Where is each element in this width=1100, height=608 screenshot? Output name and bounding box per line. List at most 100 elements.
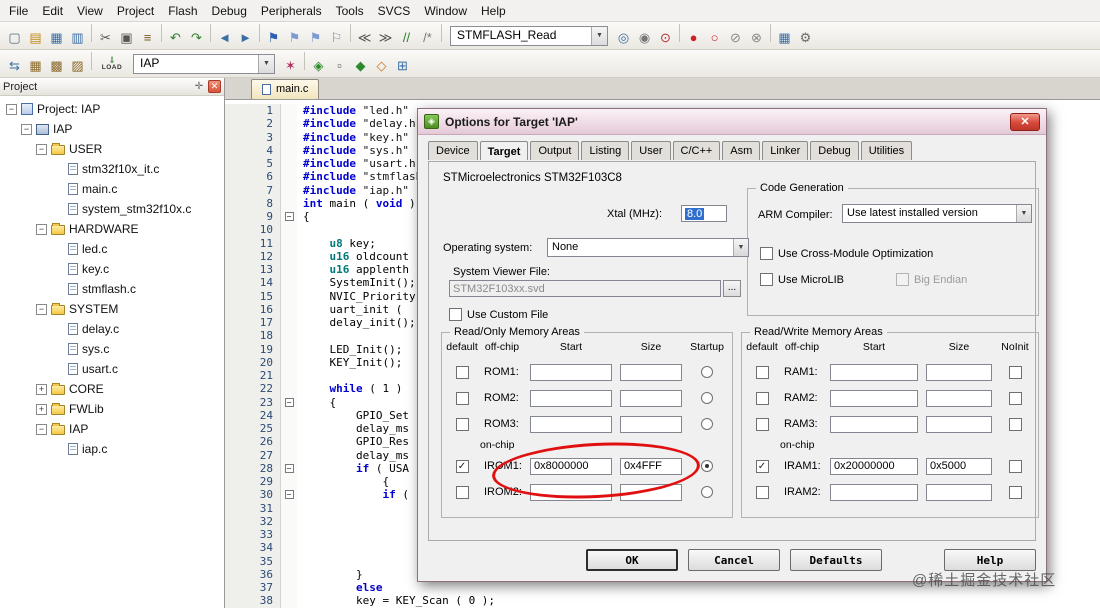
collapse-icon[interactable]: −: [36, 223, 47, 235]
noinit-checkbox[interactable]: [1008, 417, 1022, 431]
manage-components-icon[interactable]: ◆: [350, 56, 371, 76]
startup-radio[interactable]: [701, 418, 713, 430]
tree-item-user[interactable]: − USER: [0, 139, 224, 159]
tree-item-delay-c[interactable]: delay.c: [0, 319, 224, 339]
disable-breakpoints-icon[interactable]: ⊘: [725, 28, 746, 48]
window-layout-icon[interactable]: ▦: [774, 28, 795, 48]
collapse-icon[interactable]: −: [36, 423, 47, 435]
start-field[interactable]: 0x20000000: [830, 457, 918, 475]
open-folder-icon[interactable]: ▤: [25, 28, 46, 48]
menu-svcs[interactable]: SVCS: [371, 2, 418, 20]
menu-help[interactable]: Help: [474, 2, 513, 20]
search-combobox[interactable]: STMFLASH_Read ▼: [450, 25, 608, 46]
microlib-checkbox[interactable]: [760, 273, 773, 286]
select-software-packs-icon[interactable]: ◇: [371, 56, 392, 76]
configure-wrench-icon[interactable]: ⚙: [795, 28, 816, 48]
fold-collapse-icon[interactable]: −: [284, 212, 294, 222]
pin-icon[interactable]: ✛: [192, 81, 206, 92]
startup-radio[interactable]: [701, 392, 713, 404]
tree-item-iap-c[interactable]: iap.c: [0, 439, 224, 459]
operating-system-select[interactable]: None ▼: [547, 238, 749, 257]
default-checkbox[interactable]: [755, 391, 769, 405]
collapse-icon[interactable]: −: [21, 123, 32, 135]
cancel-button[interactable]: Cancel: [688, 549, 780, 571]
tree-item-iap[interactable]: − IAP: [0, 419, 224, 439]
dialog-tab-utilities[interactable]: Utilities: [860, 141, 913, 160]
toggle-breakpoint-icon[interactable]: ○: [704, 27, 725, 47]
arm-compiler-select[interactable]: Use latest installed version ▼: [842, 204, 1032, 223]
tree-item-iap[interactable]: − IAP: [0, 119, 224, 139]
flash-download-button[interactable]: ⇓ LOAD: [96, 53, 128, 75]
file-extensions-icon[interactable]: ▫: [329, 55, 350, 75]
breakpoint-icon[interactable]: ●: [683, 27, 704, 47]
start-field[interactable]: [530, 415, 612, 433]
size-field[interactable]: [926, 483, 992, 501]
outdent-icon[interactable]: ≪: [354, 28, 375, 48]
comment-icon[interactable]: //: [396, 27, 417, 47]
default-checkbox[interactable]: [755, 417, 769, 431]
defaults-button[interactable]: Defaults: [790, 549, 882, 571]
default-checkbox[interactable]: [455, 365, 469, 379]
save-all-icon[interactable]: ▥: [67, 28, 88, 48]
tree-item-key-c[interactable]: key.c: [0, 259, 224, 279]
redo-icon[interactable]: ↷: [186, 28, 207, 48]
browse-button[interactable]: ...: [723, 280, 741, 297]
size-field[interactable]: [926, 389, 992, 407]
cross-module-checkbox[interactable]: [760, 247, 773, 260]
tree-item-system-stm32f10x-c[interactable]: system_stm32f10x.c: [0, 199, 224, 219]
default-checkbox[interactable]: [755, 365, 769, 379]
startup-radio[interactable]: [701, 486, 713, 498]
size-field[interactable]: [620, 363, 682, 381]
start-field[interactable]: [830, 389, 918, 407]
expand-icon[interactable]: +: [36, 403, 47, 415]
fold-collapse-icon[interactable]: −: [284, 463, 294, 473]
dialog-tab-c-c[interactable]: C/C++: [672, 141, 721, 160]
start-field[interactable]: [830, 483, 918, 501]
dialog-titlebar[interactable]: ◈ Options for Target 'IAP' ✕: [418, 109, 1046, 135]
noinit-checkbox[interactable]: [1008, 485, 1022, 499]
tree-item-stm32f10x-it-c[interactable]: stm32f10x_it.c: [0, 159, 224, 179]
start-field[interactable]: [530, 389, 612, 407]
tree-item-project-iap[interactable]: − Project: IAP: [0, 99, 224, 119]
menu-view[interactable]: View: [70, 2, 110, 20]
size-field[interactable]: 0x5000: [926, 457, 992, 475]
new-file-icon[interactable]: ▢: [4, 28, 25, 48]
chevron-down-icon[interactable]: ▼: [733, 239, 748, 256]
dialog-tab-output[interactable]: Output: [530, 141, 580, 160]
default-checkbox[interactable]: [455, 417, 469, 431]
tree-item-fwlib[interactable]: + FWLib: [0, 399, 224, 419]
copy-icon[interactable]: ▣: [116, 28, 137, 48]
default-checkbox[interactable]: [455, 485, 469, 499]
start-field[interactable]: [530, 483, 612, 501]
tree-item-sys-c[interactable]: sys.c: [0, 339, 224, 359]
next-bookmark-icon[interactable]: ⚑: [305, 28, 326, 48]
dialog-tab-linker[interactable]: Linker: [762, 141, 809, 160]
start-field[interactable]: [830, 363, 918, 381]
batch-build-icon[interactable]: ▨: [67, 56, 88, 76]
tree-item-stmflash-c[interactable]: stmflash.c: [0, 279, 224, 299]
tree-item-system[interactable]: − SYSTEM: [0, 299, 224, 319]
size-field[interactable]: [620, 483, 682, 501]
noinit-checkbox[interactable]: [1008, 459, 1022, 473]
noinit-checkbox[interactable]: [1008, 365, 1022, 379]
default-checkbox[interactable]: [755, 485, 769, 499]
dialog-tab-target[interactable]: Target: [479, 141, 529, 160]
startup-radio[interactable]: [701, 460, 713, 472]
default-checkbox[interactable]: ✓: [455, 459, 469, 473]
nav-back-icon[interactable]: ◄: [214, 27, 235, 47]
ok-button[interactable]: OK: [586, 549, 678, 571]
help-button[interactable]: Help: [944, 549, 1036, 571]
chevron-down-icon[interactable]: ▼: [591, 26, 607, 45]
chevron-down-icon[interactable]: ▼: [258, 54, 274, 73]
fold-collapse-icon[interactable]: −: [284, 490, 294, 500]
build-icon[interactable]: ▦: [25, 56, 46, 76]
fold-collapse-icon[interactable]: −: [284, 397, 294, 407]
dialog-tab-device[interactable]: Device: [428, 141, 478, 160]
default-checkbox[interactable]: [455, 391, 469, 405]
uncomment-icon[interactable]: /*: [417, 27, 438, 47]
size-field[interactable]: [926, 415, 992, 433]
size-field[interactable]: [620, 415, 682, 433]
noinit-checkbox[interactable]: [1008, 391, 1022, 405]
expand-icon[interactable]: +: [36, 383, 47, 395]
start-field[interactable]: [530, 363, 612, 381]
